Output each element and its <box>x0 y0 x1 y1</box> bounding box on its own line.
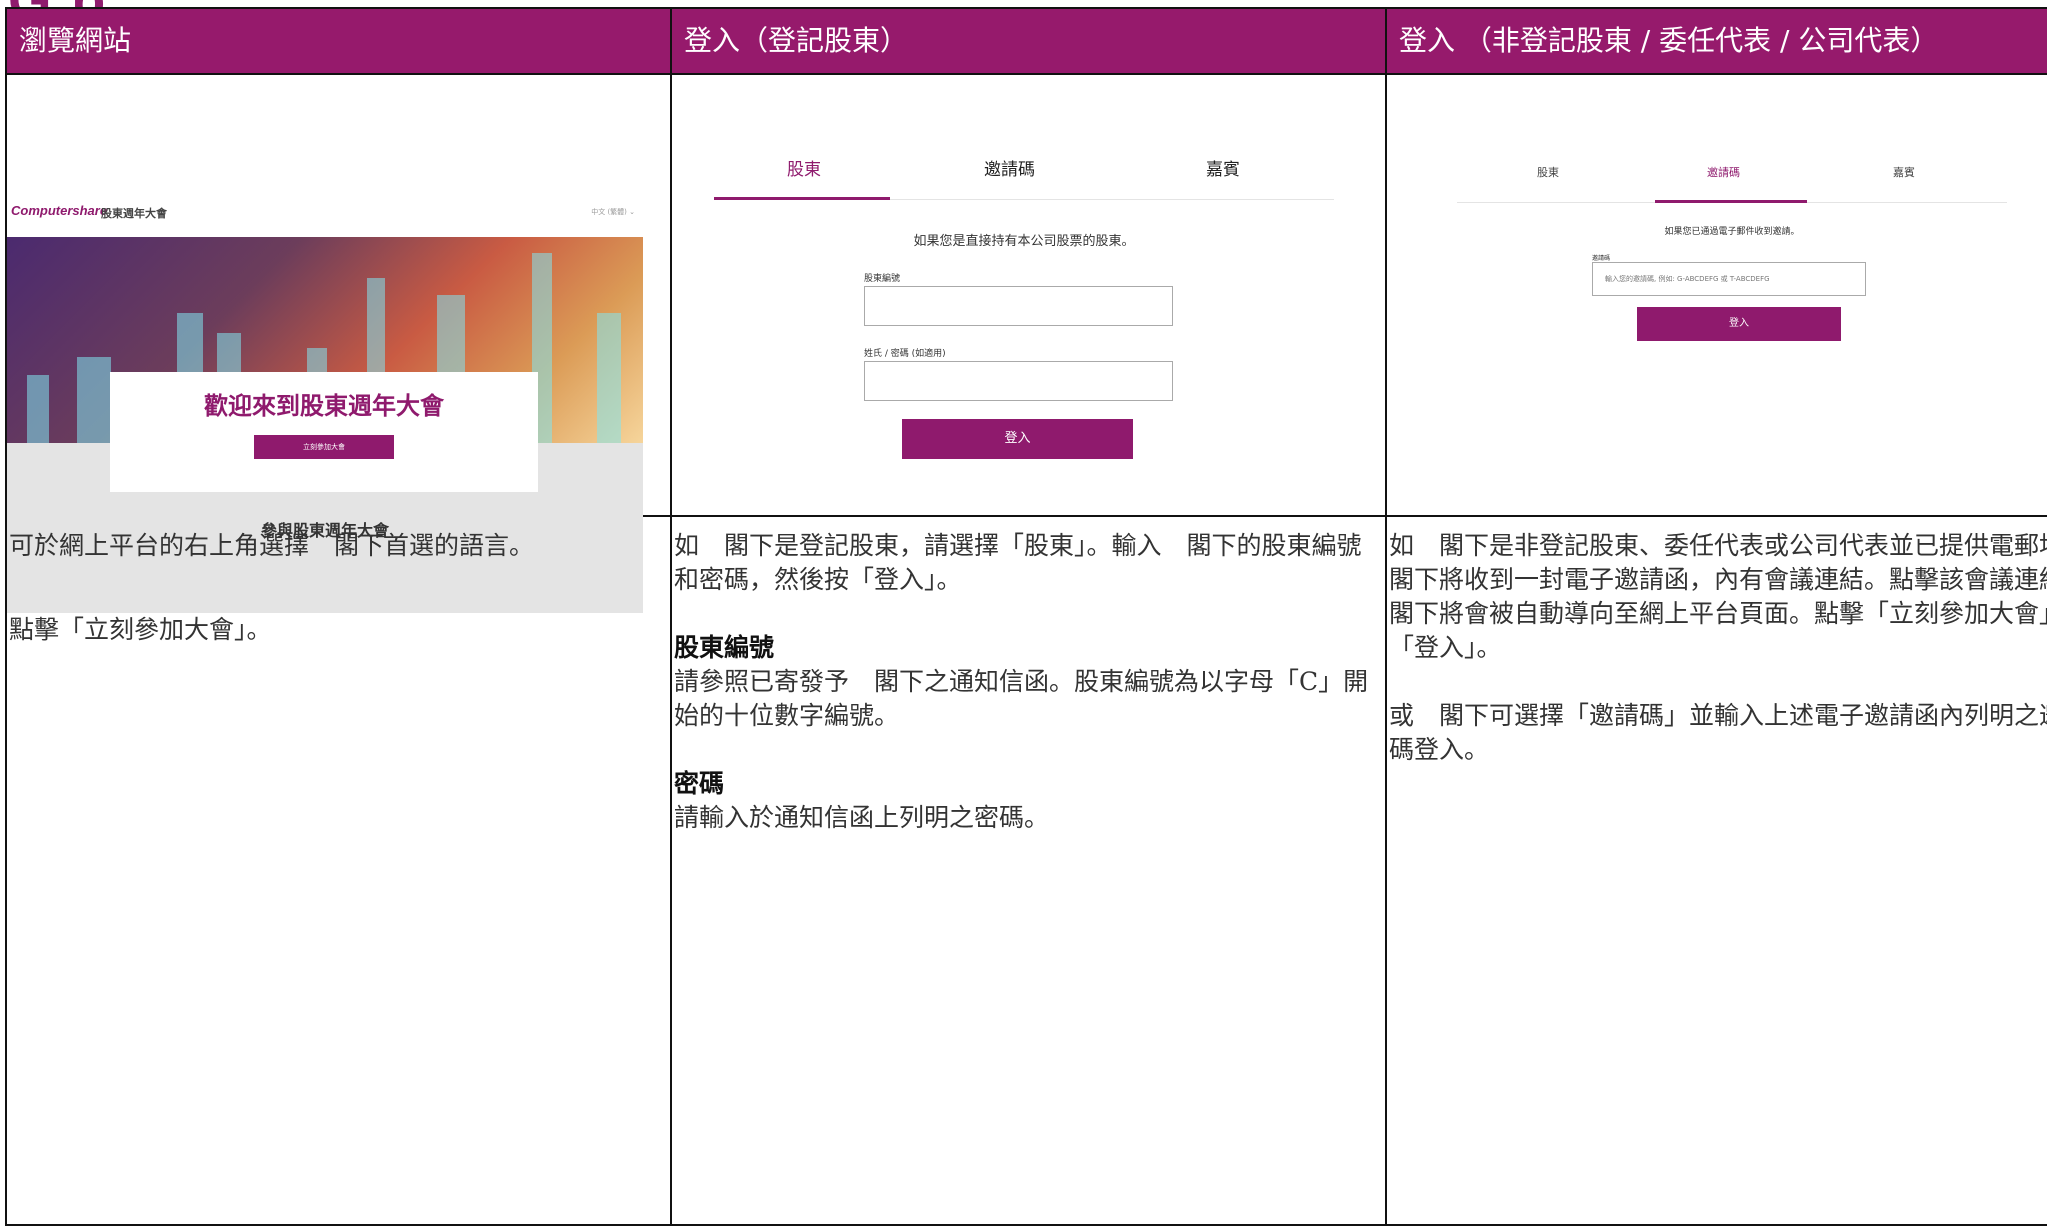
tab-invitation-code[interactable]: 邀請碼 <box>984 155 1035 180</box>
non-registered-login-header: 登入 （非登記股東 / 委任代表 / 公司代表） <box>1385 7 2047 75</box>
invitation-login-form: 股東 邀請碼 嘉賓 如果您已通過電子郵件收到邀請。 邀請碼 輸入您的邀請碼, 例… <box>1457 164 2007 454</box>
non-registered-login-instruction: 如 閣下是非登記股東、委任代表或公司代表並已提供電郵地址， 閣下將收到一封電子邀… <box>1389 531 2047 662</box>
language-selector[interactable]: 中文 (繁體) ⌄ <box>591 207 635 217</box>
browse-site-screenshot-cell: Computershare 股東週年大會 中文 (繁體) ⌄ 歡迎來到股東週年大… <box>5 73 672 613</box>
active-tab-indicator <box>1655 200 1807 203</box>
invitation-code-instruction: 或 閣下可選擇「邀請碼」並輸入上述電子邀請函內列明之邀請碼登入。 <box>1389 701 2047 764</box>
non-registered-login-text-cell: 如 閣下是非登記股東、委任代表或公司代表並已提供電郵地址， 閣下將收到一封電子邀… <box>1385 515 2047 1226</box>
welcome-card: 歡迎來到股東週年大會 立刻參加大會 <box>110 372 538 492</box>
shareholder-number-heading: 股東編號 <box>674 633 775 662</box>
shareholder-prompt: 如果您是直接持有本公司股票的股東。 <box>913 234 1135 249</box>
invitation-prompt: 如果您已通過電子郵件收到邀請。 <box>1664 227 1800 237</box>
invitation-login-button[interactable]: 登入 <box>1637 307 1841 341</box>
computershare-logo: Computershare <box>11 203 108 218</box>
invitation-code-placeholder: 輸入您的邀請碼, 例如: G-ABCDEFG 或 T-ABCDEFG <box>1605 275 1770 283</box>
tab-shareholder[interactable]: 股東 <box>1537 164 1559 180</box>
hero-bar <box>597 313 621 443</box>
tab-guest[interactable]: 嘉賓 <box>1206 155 1240 180</box>
login-guide-table: 瀏覽網站 登入（登記股東） 登入 （非登記股東 / 委任代表 / 公司代表） C… <box>5 7 2047 1226</box>
password-input[interactable] <box>864 361 1173 401</box>
language-label: 中文 (繁體) <box>591 208 627 216</box>
registered-login-form: 股東 邀請碼 嘉賓 如果您是直接持有本公司股票的股東。 股東編號 姓氏 / 密碼… <box>714 155 1334 495</box>
shareholder-number-description: 請參照已寄發予 閣下之通知信函。股東編號為以字母「C」開始的十位數字編號。 <box>674 667 1369 730</box>
welcome-title: 歡迎來到股東週年大會 <box>204 392 444 420</box>
registered-login-instruction: 如 閣下是登記股東，請選擇「股東」。輸入 閣下的股東編號和密碼，然後按「登入」。 <box>674 531 1362 594</box>
invitation-login-tabs: 股東 邀請碼 嘉賓 <box>1457 164 2007 203</box>
browse-site-header: 瀏覽網站 <box>5 7 672 75</box>
join-instruction: 點擊「立刻參加大會」。 <box>9 615 272 644</box>
chevron-down-icon: ⌄ <box>626 208 635 216</box>
login-tabs: 股東 邀請碼 嘉賓 <box>714 155 1334 200</box>
screenshot-row: Computershare 股東週年大會 中文 (繁體) ⌄ 歡迎來到股東週年大… <box>5 73 2047 613</box>
registered-login-text-cell: 如 閣下是登記股東，請選擇「股東」。輸入 閣下的股東編號和密碼，然後按「登入」。… <box>670 515 1387 1226</box>
registered-login-header: 登入（登記股東） <box>670 7 1387 75</box>
hero-bar <box>77 357 111 443</box>
header-row: 瀏覽網站 登入（登記股東） 登入 （非登記股東 / 委任代表 / 公司代表） <box>5 7 2047 75</box>
password-label: 姓氏 / 密碼 (如適用) <box>864 349 946 359</box>
invitation-code-input[interactable]: 輸入您的邀請碼, 例如: G-ABCDEFG 或 T-ABCDEFG <box>1592 262 1866 296</box>
browse-site-instructions: 可於網上平台的右上角選擇 閣下首選的語言。 點擊「立刻參加大會」。 <box>7 517 670 647</box>
shareholder-number-label: 股東編號 <box>864 274 901 284</box>
preview-site-header: Computershare 股東週年大會 中文 (繁體) ⌄ <box>7 195 643 227</box>
invitation-code-label: 邀請碼 <box>1592 255 1611 262</box>
active-tab-indicator <box>714 197 890 200</box>
preview-site-title: 股東週年大會 <box>101 207 167 220</box>
tab-guest[interactable]: 嘉賓 <box>1893 164 1915 180</box>
registered-login-screenshot-cell: 股東 邀請碼 嘉賓 如果您是直接持有本公司股票的股東。 股東編號 姓氏 / 密碼… <box>670 73 1387 517</box>
login-button[interactable]: 登入 <box>902 419 1133 459</box>
tab-shareholder[interactable]: 股東 <box>787 155 821 180</box>
tab-invitation-code[interactable]: 邀請碼 <box>1707 164 1740 180</box>
shareholder-number-input[interactable] <box>864 286 1173 326</box>
join-meeting-button[interactable]: 立刻參加大會 <box>254 435 394 459</box>
registered-login-instructions: 如 閣下是登記股東，請選擇「股東」。輸入 閣下的股東編號和密碼，然後按「登入」。… <box>672 517 1385 835</box>
non-registered-login-instructions: 如 閣下是非登記股東、委任代表或公司代表並已提供電郵地址， 閣下將收到一封電子邀… <box>1387 517 2047 767</box>
browse-site-text-cell: 可於網上平台的右上角選擇 閣下首選的語言。 點擊「立刻參加大會」。 <box>5 515 672 1226</box>
password-description: 請輸入於通知信函上列明之密碼。 <box>674 803 1050 832</box>
hero-bar <box>27 375 49 443</box>
password-heading: 密碼 <box>674 769 725 798</box>
language-instruction: 可於網上平台的右上角選擇 閣下首選的語言。 <box>9 531 535 560</box>
non-registered-login-screenshot-cell: 股東 邀請碼 嘉賓 如果您已通過電子郵件收到邀請。 邀請碼 輸入您的邀請碼, 例… <box>1385 73 2047 517</box>
text-row: 可於網上平台的右上角選擇 閣下首選的語言。 點擊「立刻參加大會」。 如 閣下是登… <box>5 515 2047 1226</box>
